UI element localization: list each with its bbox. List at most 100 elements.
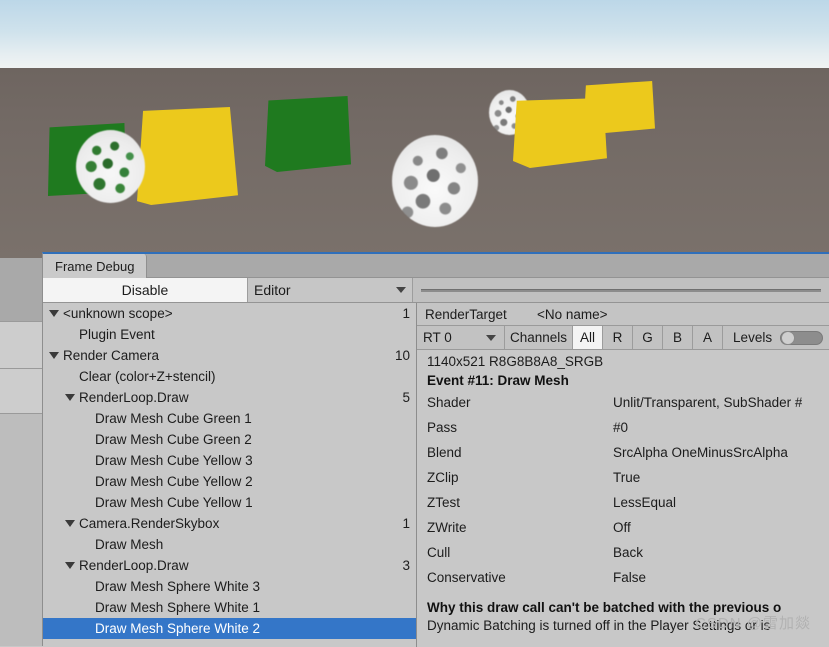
- channel-button-g[interactable]: G: [633, 326, 664, 349]
- tree-row-label: RenderLoop.Draw: [79, 558, 189, 573]
- render-target-info: 1140x521 R8G8B8A8_SRGB: [427, 354, 604, 369]
- property-key: Cull: [427, 545, 451, 560]
- property-key: Pass: [427, 420, 458, 435]
- channel-button-a[interactable]: A: [693, 326, 724, 349]
- channel-button-g-label: G: [642, 330, 653, 345]
- event-scrubber-track[interactable]: [421, 288, 821, 292]
- sphere-white-1: [76, 130, 145, 203]
- tree-row[interactable]: Draw Mesh Cube Green 1: [43, 408, 416, 429]
- sphere-white-2: [392, 135, 478, 227]
- tree-row[interactable]: Draw Mesh: [43, 534, 416, 555]
- cube-yellow-1: [137, 107, 238, 205]
- property-value: Back: [613, 545, 644, 560]
- foldout-triangle-icon[interactable]: [65, 562, 75, 569]
- render-target-header: RenderTarget <No name>: [417, 303, 829, 326]
- tree-row-label: Draw Mesh Sphere White 3: [95, 579, 261, 594]
- property-key: Conservative: [427, 570, 506, 585]
- cube-green-2: [265, 96, 351, 172]
- channel-button-b-label: B: [673, 330, 683, 345]
- frame-debugger-window: Frame Debug Disable Editor <unknown scop…: [42, 252, 829, 647]
- channel-button-r-label: R: [612, 330, 623, 345]
- tree-row-label: Clear (color+Z+stencil): [79, 369, 216, 384]
- property-row: Blend SrcAlpha OneMinusSrcAlpha: [417, 440, 829, 465]
- background-panel-lower: [0, 414, 42, 646]
- property-row: Conservative False: [417, 565, 829, 590]
- event-scrubber-slider[interactable]: [413, 278, 829, 302]
- batching-reason-body: Dynamic Batching is turned off in the Pl…: [427, 618, 771, 633]
- event-tree-pane[interactable]: <unknown scope> 1 Plugin Event Render Camer…: [43, 303, 417, 647]
- batching-reason-title: Why this draw call can't be batched with…: [427, 600, 782, 615]
- channel-button-r[interactable]: R: [603, 326, 634, 349]
- tree-row[interactable]: Camera.RenderSkybox 1: [43, 513, 416, 534]
- foldout-triangle-icon[interactable]: [49, 310, 59, 317]
- levels-slider[interactable]: [780, 330, 823, 345]
- property-row: ZTest LessEqual: [417, 490, 829, 515]
- frame-debugger-toolbar: Disable Editor: [43, 278, 829, 303]
- property-key: ZClip: [427, 470, 459, 485]
- disable-button[interactable]: Disable: [43, 278, 248, 302]
- disable-button-label: Disable: [121, 282, 169, 298]
- tree-row[interactable]: Draw Mesh Sphere White 1: [43, 597, 416, 618]
- foldout-triangle-icon[interactable]: [65, 520, 75, 527]
- levels-control[interactable]: Levels: [723, 326, 829, 349]
- tree-row-label: Draw Mesh Cube Green 1: [95, 411, 252, 426]
- foldout-triangle-icon[interactable]: [65, 394, 75, 401]
- event-detail-pane: RenderTarget <No name> RT 0 Channels All…: [417, 303, 829, 647]
- tree-row[interactable]: Draw Mesh Cube Green 2: [43, 429, 416, 450]
- property-row: Shader Unlit/Transparent, SubShader #: [417, 390, 829, 415]
- tree-row[interactable]: <unknown scope> 1: [43, 303, 416, 324]
- unity-game-view[interactable]: [0, 0, 829, 258]
- tree-row-label: Render Camera: [63, 348, 160, 363]
- property-row: ZClip True: [417, 465, 829, 490]
- render-target-toolbar: RT 0 Channels All R G B A Levels: [417, 326, 829, 350]
- tree-row-label: Draw Mesh Cube Yellow 2: [95, 474, 253, 489]
- property-value: Unlit/Transparent, SubShader #: [613, 395, 803, 410]
- event-title: Event #11: Draw Mesh: [427, 373, 569, 388]
- tree-row[interactable]: Draw Mesh Sphere White 3: [43, 576, 416, 597]
- tree-row-label: Draw Mesh Cube Yellow 1: [95, 495, 253, 510]
- cube-yellow-2: [513, 98, 607, 168]
- channels-label-text: Channels: [510, 330, 568, 345]
- levels-slider-knob[interactable]: [781, 330, 796, 345]
- property-value: False: [613, 570, 647, 585]
- target-dropdown-value: Editor: [254, 282, 291, 298]
- tree-row-label: Draw Mesh Sphere White 1: [95, 600, 261, 615]
- property-value: LessEqual: [613, 495, 677, 510]
- render-target-value: <No name>: [537, 306, 608, 322]
- channel-button-all[interactable]: All: [573, 326, 604, 349]
- property-value: Off: [613, 520, 631, 535]
- chevron-down-icon: [396, 287, 406, 293]
- draw-call-properties: Shader Unlit/Transparent, SubShader # Pass…: [417, 390, 829, 590]
- tree-row[interactable]: RenderLoop.Draw 5: [43, 387, 416, 408]
- tree-row-count: 1: [402, 306, 410, 321]
- target-dropdown[interactable]: Editor: [248, 278, 413, 302]
- frame-debugger-body: <unknown scope> 1 Plugin Event Render Camer…: [43, 303, 829, 647]
- tree-row-count: 1: [402, 516, 410, 531]
- property-key: Blend: [427, 445, 462, 460]
- window-tabstrip: Frame Debug: [43, 254, 829, 278]
- tree-row[interactable]: RenderLoop.Draw 3: [43, 555, 416, 576]
- property-row: Pass #0: [417, 415, 829, 440]
- tree-row[interactable]: Draw Mesh Sphere White 2: [43, 618, 416, 639]
- property-value: SrcAlpha OneMinusSrcAlpha: [613, 445, 788, 460]
- chevron-down-icon: [486, 334, 496, 341]
- tree-row-label: Camera.RenderSkybox: [79, 516, 220, 531]
- rt-select-dropdown[interactable]: RT 0: [417, 326, 505, 349]
- tab-frame-debug[interactable]: Frame Debug: [43, 254, 148, 278]
- tree-row[interactable]: Clear (color+Z+stencil): [43, 366, 416, 387]
- tab-frame-debug-label: Frame Debug: [55, 258, 135, 274]
- tree-row[interactable]: Plugin Event: [43, 324, 416, 345]
- background-panel-row-2: [0, 369, 42, 413]
- tree-row[interactable]: Draw Mesh Cube Yellow 2: [43, 471, 416, 492]
- channel-button-b[interactable]: B: [663, 326, 694, 349]
- tree-row-count: 5: [402, 390, 410, 405]
- property-key: ZWrite: [427, 520, 467, 535]
- property-key: Shader: [427, 395, 471, 410]
- tree-row-label: <unknown scope>: [63, 306, 173, 321]
- tree-row[interactable]: Render Camera 10: [43, 345, 416, 366]
- tree-row[interactable]: Draw Mesh Cube Yellow 3: [43, 450, 416, 471]
- levels-label: Levels: [733, 330, 773, 345]
- foldout-triangle-icon[interactable]: [49, 352, 59, 359]
- tree-row[interactable]: Draw Mesh Cube Yellow 1: [43, 492, 416, 513]
- tree-row-count: 10: [394, 348, 410, 363]
